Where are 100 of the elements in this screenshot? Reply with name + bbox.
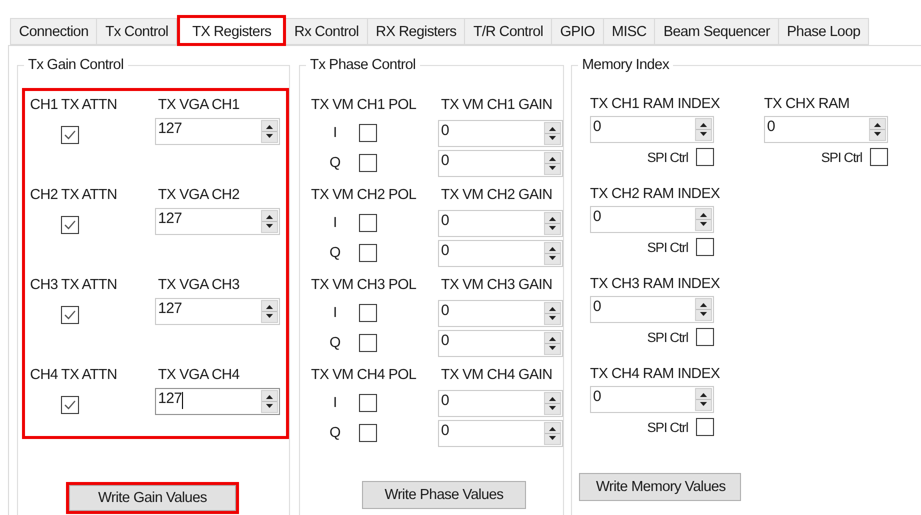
field-label: TX VM CH3 POL	[311, 276, 418, 294]
field-label: TX VM CH4 GAIN	[441, 366, 552, 384]
number-field[interactable]: 0	[438, 120, 563, 146]
spin-arrows-icon[interactable]	[544, 152, 561, 174]
checkbox[interactable]	[696, 418, 714, 436]
field-label: TX VGA CH4	[158, 366, 240, 384]
field-label: TX CH4 RAM INDEX	[590, 365, 721, 383]
field-label: Q	[328, 335, 342, 351]
spin-arrows-icon[interactable]	[544, 242, 561, 264]
tab[interactable]: Phase Loop	[778, 18, 870, 45]
field-label: TX CH3 RAM INDEX	[590, 275, 721, 293]
field-label: I	[332, 215, 338, 231]
field-label: CH2 TX ATTN	[30, 186, 118, 204]
tab[interactable]: Connection	[10, 18, 98, 45]
number-field[interactable]: 127	[155, 208, 280, 235]
write-button[interactable]: Write Gain Values	[69, 485, 236, 511]
checkbox[interactable]	[359, 214, 377, 232]
number-field[interactable]: 0	[590, 296, 714, 323]
spin-arrows-icon[interactable]	[261, 390, 278, 413]
spin-arrows-icon[interactable]	[869, 118, 886, 141]
field-label: TX VM CH3 GAIN	[441, 276, 552, 294]
field-label: TX VM CH1 GAIN	[441, 96, 552, 114]
spin-arrows-icon[interactable]	[261, 120, 278, 143]
spin-arrows-icon[interactable]	[544, 392, 561, 414]
checkbox[interactable]	[359, 334, 377, 352]
tab[interactable]: TX Registers	[177, 15, 286, 46]
field-label: TX CHX RAM	[764, 95, 850, 113]
tab[interactable]: RX Registers	[368, 18, 466, 45]
field-label: TX VM CH4 POL	[311, 366, 418, 384]
tab[interactable]: Tx Control	[97, 18, 178, 45]
checkbox[interactable]	[61, 216, 79, 234]
field-label: SPI Ctrl	[821, 150, 862, 164]
checkbox[interactable]	[696, 238, 714, 256]
field-label: SPI Ctrl	[647, 330, 688, 344]
tab[interactable]: Rx Control	[286, 18, 368, 45]
spin-arrows-icon[interactable]	[544, 332, 561, 354]
field-label: CH4 TX ATTN	[30, 366, 118, 384]
field-label: TX CH2 RAM INDEX	[590, 185, 721, 203]
tab[interactable]: MISC	[604, 18, 656, 45]
checkbox[interactable]	[61, 306, 79, 324]
number-field[interactable]: 0	[438, 210, 563, 236]
checkbox[interactable]	[359, 304, 377, 322]
number-field[interactable]: 127	[155, 388, 280, 415]
spin-arrows-icon[interactable]	[695, 298, 712, 321]
spin-arrows-icon[interactable]	[695, 208, 712, 231]
spin-arrows-icon[interactable]	[544, 422, 561, 444]
field-label: Q	[328, 155, 342, 171]
checkbox[interactable]	[61, 126, 79, 144]
number-field[interactable]: 0	[590, 206, 714, 233]
field-label: I	[332, 305, 338, 321]
field-label: Q	[328, 425, 342, 441]
spin-arrows-icon[interactable]	[261, 300, 278, 323]
number-field[interactable]: 127	[155, 298, 280, 325]
number-field[interactable]: 0	[438, 150, 563, 176]
number-field[interactable]: 127	[155, 118, 280, 145]
checkbox[interactable]	[359, 394, 377, 412]
spin-arrows-icon[interactable]	[261, 210, 278, 233]
number-field[interactable]: 0	[438, 300, 563, 326]
tab[interactable]: T/R Control	[465, 18, 552, 45]
spin-arrows-icon[interactable]	[544, 302, 561, 324]
field-label: TX VGA CH1	[158, 96, 240, 114]
group-title: Tx Gain Control	[27, 57, 125, 73]
field-label: CH3 TX ATTN	[30, 276, 118, 294]
field-label: SPI Ctrl	[647, 420, 688, 434]
field-label: TX VGA CH3	[158, 276, 240, 294]
group-title: Memory Index	[581, 57, 670, 73]
field-label: Q	[328, 245, 342, 261]
field-label: TX VM CH1 POL	[311, 96, 418, 114]
group-title: Tx Phase Control	[309, 57, 417, 73]
checkbox[interactable]	[359, 424, 377, 442]
checkbox[interactable]	[696, 328, 714, 346]
checkbox[interactable]	[870, 148, 888, 166]
number-field[interactable]: 0	[590, 386, 714, 413]
checkbox[interactable]	[696, 148, 714, 166]
field-label: I	[332, 125, 338, 141]
field-label: CH1 TX ATTN	[30, 96, 118, 114]
spin-arrows-icon[interactable]	[544, 122, 561, 144]
checkbox[interactable]	[61, 396, 79, 414]
field-label: TX VM CH2 POL	[311, 186, 418, 204]
field-label: TX CH1 RAM INDEX	[590, 95, 721, 113]
tab[interactable]: Beam Sequencer	[655, 18, 779, 45]
field-label: TX VGA CH2	[158, 186, 240, 204]
checkbox[interactable]	[359, 124, 377, 142]
number-field[interactable]: 0	[438, 240, 563, 266]
tab[interactable]: GPIO	[552, 18, 604, 45]
field-label: SPI Ctrl	[647, 240, 688, 254]
number-field[interactable]: 0	[438, 420, 563, 446]
write-button[interactable]: Write Phase Values	[362, 481, 526, 509]
number-field[interactable]: 0	[590, 116, 714, 143]
spin-arrows-icon[interactable]	[544, 212, 561, 234]
number-field[interactable]: 0	[764, 116, 888, 143]
checkbox[interactable]	[359, 244, 377, 262]
number-field[interactable]: 0	[438, 330, 563, 356]
field-label: TX VM CH2 GAIN	[441, 186, 552, 204]
write-button[interactable]: Write Memory Values	[579, 473, 741, 501]
number-field[interactable]: 0	[438, 390, 563, 416]
spin-arrows-icon[interactable]	[695, 388, 712, 411]
field-label: SPI Ctrl	[647, 150, 688, 164]
spin-arrows-icon[interactable]	[695, 118, 712, 141]
checkbox[interactable]	[359, 154, 377, 172]
